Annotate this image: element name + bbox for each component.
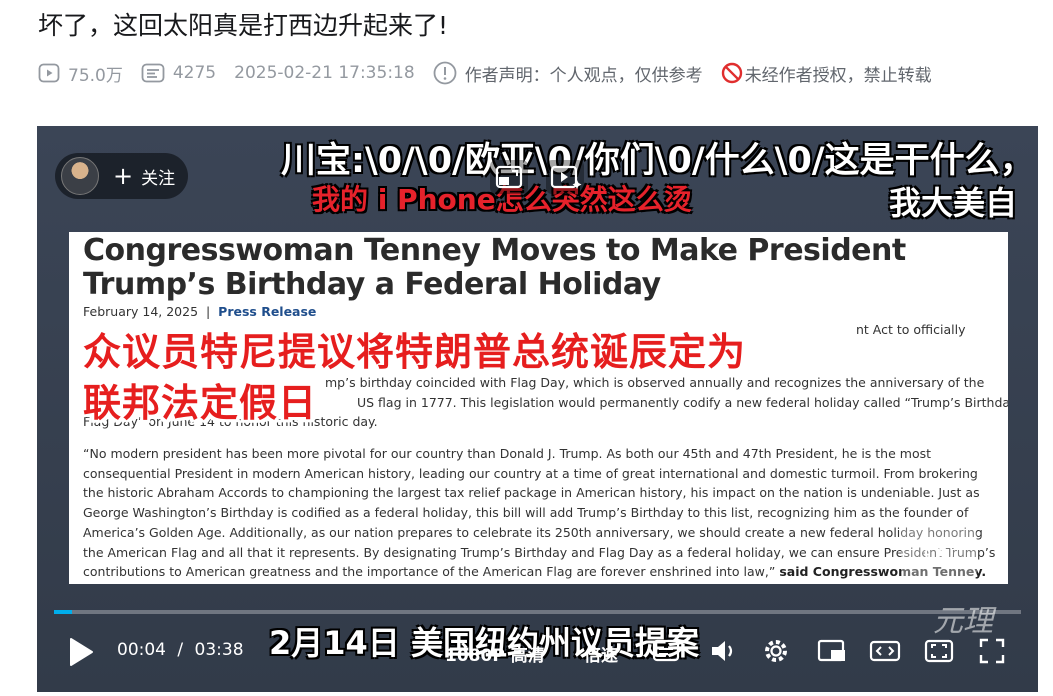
play-count-icon [38,63,60,83]
web-fullscreen-icon[interactable] [923,636,955,666]
danmaku-line-1: 川宝:\0/\0/欧亚\0/你们\0/什么\0/这是干什么， 放我 [281,141,1038,181]
picture-in-picture-icon[interactable] [490,160,528,194]
volume-icon[interactable] [708,636,738,666]
widescreen-icon[interactable] [869,636,901,666]
article-date: February 14, 2025 [83,304,199,319]
danmaku-count: 4275 [141,63,216,83]
prohibited-icon [721,62,742,84]
time-total: 03:38 [194,640,244,660]
article-quote-text: “No modern president has been more pivot… [83,446,996,580]
no-repost-notice: 未经作者授权，禁止转载 [721,61,932,86]
speed-selector[interactable]: 倍速 [584,641,618,666]
article-headline: Congresswoman Tenney Moves to Make Presi… [83,233,906,302]
view-count-text: 75.0万 [68,65,123,86]
progress-bar[interactable] [54,610,1021,614]
ai-video-icon[interactable] [546,160,584,194]
video-player[interactable]: + 关注 Congresswoman Tenney Moves to Make … [37,126,1038,692]
play-icon [925,539,953,567]
fullscreen-icon[interactable] [977,636,1007,666]
time-current: 00:04 [117,640,166,660]
play-button[interactable] [67,636,95,668]
video-title: 坏了，这回太阳真是打西边升起来了! [38,11,449,40]
mini-player-icon[interactable] [816,636,848,666]
time-separator: / [177,640,184,660]
danmaku-icon [141,63,165,83]
caption-line-2: 联邦法定假日 [83,381,318,425]
article-fragment-2: mp’s birthday coincided with Flag Day, w… [325,375,985,390]
author-statement-text: 作者声明：个人观点，仅供参考 [464,65,703,86]
danmaku-line-3: 我大美自 [889,184,1018,222]
article-category: Press Release [218,304,317,319]
uploader-follow-chip[interactable]: + 关注 [55,153,188,199]
caption-line-1: 众议员特尼提议将特朗普总统诞辰定为 [83,330,747,374]
follow-button[interactable]: + 关注 [113,164,175,189]
uploader-avatar[interactable] [61,157,99,195]
video-meta-bar: 75.0万 4275 2025-02-21 17:35:18 作者声明：个人观点… [38,58,950,88]
article-quote: “No modern president has been more pivot… [83,444,998,582]
publish-datetime: 2025-02-21 17:35:18 [234,63,415,83]
info-icon [433,61,457,85]
no-repost-text: 未经作者授权，禁止转载 [744,65,932,86]
plus-icon: + [113,162,134,190]
article-dateline: February 14, 2025 | Press Release [83,304,316,319]
floating-play-button[interactable] [901,524,977,582]
author-statement[interactable]: 作者声明：个人观点，仅供参考 [433,61,703,86]
progress-fill [54,610,72,614]
view-count: 75.0万 [38,61,123,86]
player-controls: 00:04 / 03:38 1080P 高清 倍速 [37,622,1038,692]
article-fragment-3: US flag in 1777. This legislation would … [357,395,1008,410]
article-fragment-1: nt Act to officially [856,322,966,337]
article-separator: | [205,304,211,319]
follow-label: 关注 [141,168,176,189]
danmaku-count-text: 4275 [172,63,217,83]
subtitle-icon[interactable] [651,636,681,666]
settings-gear-icon[interactable] [761,636,791,666]
time-display: 00:04 / 03:38 [117,640,244,660]
overlay-icons [490,160,584,194]
quality-selector[interactable]: 1080P 高清 [445,641,545,666]
